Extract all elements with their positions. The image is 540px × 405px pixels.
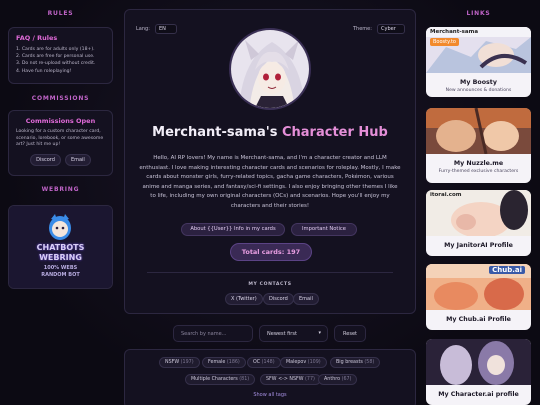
title-accent: Character Hub	[281, 125, 388, 140]
theme-select[interactable]: Cyber	[377, 24, 405, 34]
commissions-panel: Commissions Open Looking for a custom ch…	[8, 110, 113, 176]
contact-twitter-button[interactable]: X (Twitter)	[225, 293, 263, 305]
tag-chip[interactable]: Malepov (109)	[280, 357, 327, 368]
link-title: My Boosty	[460, 79, 497, 86]
rule-item: 2. Cards are free for personal use.	[16, 54, 95, 60]
commission-email-button[interactable]: Email	[64, 153, 91, 166]
webring-mascot-icon	[49, 214, 71, 240]
boosty-tag: Boosty.to	[430, 38, 459, 46]
tag-chip[interactable]: OC (148)	[247, 357, 281, 368]
rules-panel: FAQ / Rules 1. Cards are for adults only…	[8, 27, 113, 84]
sort-value: Newest first	[267, 331, 297, 337]
divider	[147, 272, 393, 273]
boosty-banner: Merchant-sama	[426, 27, 531, 37]
links-header: LINKS	[466, 10, 491, 17]
webring-line: WEBRING	[39, 253, 82, 262]
janitorai-banner: itorai.com	[430, 192, 462, 198]
title-main: Merchant-sama's	[152, 125, 282, 140]
tag-chip[interactable]: Anthro (67)	[318, 374, 358, 385]
link-card-janitorai[interactable]: itorai.com My JanitorAI Profile	[426, 190, 531, 256]
lang-select[interactable]: EN	[155, 24, 177, 34]
intro-text: Hello, AI RP lovers! My name is Merchant…	[139, 155, 401, 209]
important-notice-button[interactable]: Important Notice	[291, 223, 357, 236]
tags-panel: NSFW (197) Female (186) OC (148) Malepov…	[124, 349, 416, 405]
rules-title: FAQ / Rules	[16, 34, 58, 42]
link-title: My JanitorAI Profile	[444, 242, 513, 249]
reset-button[interactable]: Reset	[334, 325, 366, 342]
rule-item: 4. Have fun roleplaying!	[16, 68, 72, 74]
total-cards-badge: Total cards: 197	[230, 243, 312, 261]
webring-banner[interactable]: CHATBOTS WEBRING 100% WEBS RANDOM BOT	[8, 205, 113, 289]
avatar	[229, 28, 311, 110]
commissions-text: Looking for a custom character card, sce…	[16, 129, 104, 148]
commissions-header: COMMISSIONS	[31, 95, 90, 102]
lang-label: Lang:	[136, 26, 150, 32]
about-user-button[interactable]: About {{User}} Info in my cards	[181, 223, 285, 236]
link-card-boosty[interactable]: Merchant-sama Boosty.to My Boosty New an…	[426, 27, 531, 97]
chevron-down-icon: ▾	[318, 330, 321, 336]
chub-banner: Chub.ai	[489, 266, 525, 274]
tag-chip[interactable]: NSFW (197)	[159, 357, 200, 368]
tag-chip[interactable]: SFW <-> NSFW (77)	[260, 374, 321, 385]
link-title: My Nuzzle.me	[453, 160, 504, 167]
main-hub-panel: Lang: EN Theme: Cyber Merchant-sama's Ch…	[124, 9, 416, 314]
rule-item: 3. Do not re-upload without credit.	[16, 61, 96, 67]
rules-header: RULES	[47, 10, 74, 17]
webring-header: WEBRING	[41, 186, 80, 193]
link-card-nuzzle[interactable]: My Nuzzle.me Furry-themed exclusive char…	[426, 108, 531, 183]
contact-discord-button[interactable]: Discord	[263, 293, 294, 305]
theme-label: Theme:	[353, 26, 372, 32]
link-title: My Chub.ai Profile	[446, 316, 511, 323]
tag-chip[interactable]: Big breasts (58)	[330, 357, 381, 368]
page-title: Merchant-sama's Character Hub	[125, 125, 415, 140]
link-subtitle: Furry-themed exclusive characters	[438, 169, 519, 174]
contacts-title: MY CONTACTS	[248, 282, 292, 287]
commission-discord-button[interactable]: Discord	[30, 153, 61, 166]
contact-email-button[interactable]: Email	[293, 293, 319, 305]
webring-line: CHATBOTS	[36, 243, 85, 252]
tag-chip[interactable]: Female (186)	[202, 357, 246, 368]
webring-line: 100% WEBS	[43, 265, 78, 271]
link-subtitle: New announces & donations	[445, 88, 512, 93]
sort-select[interactable]: Newest first ▾	[259, 325, 328, 342]
commissions-title: Commissions Open	[25, 117, 96, 125]
tag-chip[interactable]: Multiple Characters (81)	[185, 374, 256, 385]
webring-line: RANDOM BOT	[41, 272, 80, 278]
link-title: My Character.ai profile	[438, 391, 519, 398]
link-card-chub[interactable]: Chub.ai My Chub.ai Profile	[426, 264, 531, 330]
search-input[interactable]: Search by name...	[173, 325, 253, 342]
link-card-characterai[interactable]: My Character.ai profile	[426, 339, 531, 405]
show-all-tags-link[interactable]: Show all tags	[125, 392, 415, 398]
rule-item: 1. Cards are for adults only (18+).	[16, 47, 95, 52]
rules-list: 1. Cards are for adults only (18+). 2. C…	[16, 46, 105, 75]
